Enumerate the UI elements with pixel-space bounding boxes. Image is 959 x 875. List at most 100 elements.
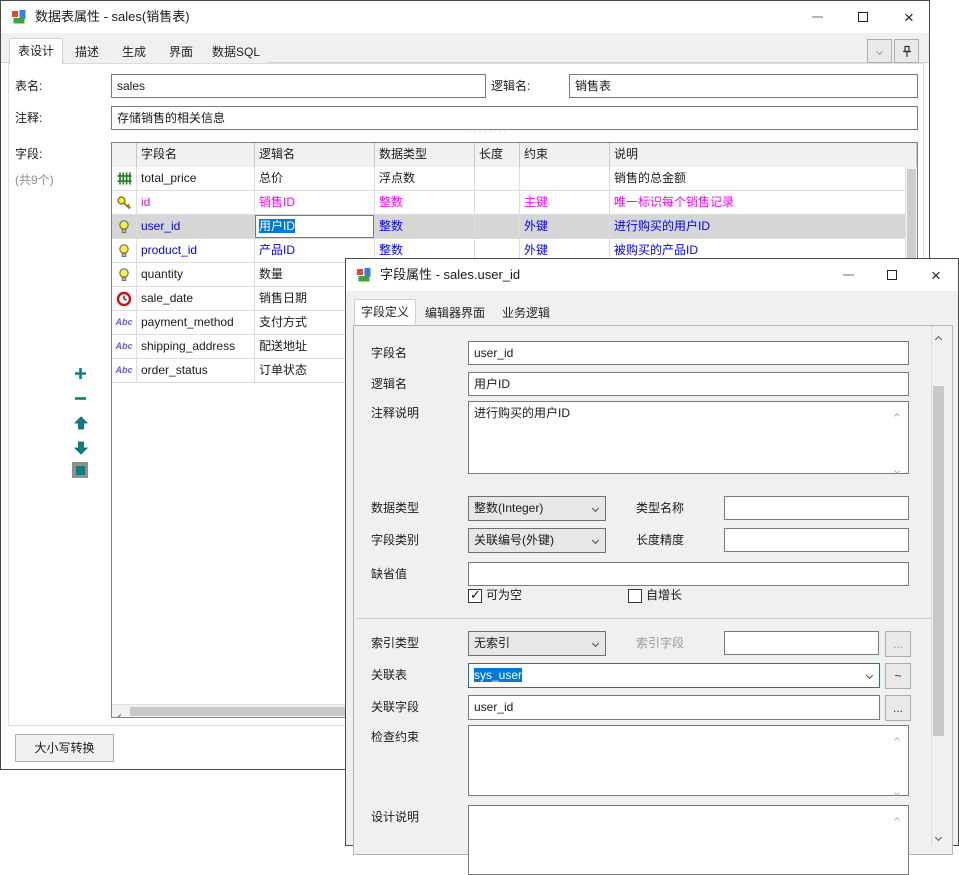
dialog-titlebar[interactable]: 字段属性 - sales.user_id × (346, 259, 958, 291)
grid-header: 字段名 逻辑名 数据类型 长度 约束 说明 (112, 143, 917, 167)
tab-data-sql[interactable]: 数据SQL (205, 40, 267, 64)
grid-cell: 用户ID (255, 215, 375, 239)
scroll-up-icon[interactable] (895, 811, 899, 825)
data-type-select[interactable]: 整数(Integer) (468, 496, 606, 521)
design-note-textarea[interactable] (468, 805, 909, 875)
grid-cell: payment_method (137, 311, 255, 335)
teal-square-icon (76, 466, 85, 475)
tab-generate[interactable]: 生成 (111, 40, 157, 64)
table-row[interactable]: id销售ID整数主键唯一标识每个销售记录 (112, 191, 905, 215)
comment-label: 注释说明 (371, 403, 419, 423)
logical-name-label: 逻辑名 (371, 372, 407, 396)
table-name-input[interactable]: sales (111, 74, 486, 98)
case-convert-button[interactable]: 大小写转换 (15, 734, 114, 762)
table-row[interactable]: total_price总价浮点数销售的总金额 (112, 167, 905, 191)
inline-edit-input[interactable]: 用户ID (255, 215, 374, 238)
move-up-button[interactable] (72, 414, 89, 431)
scroll-up-icon[interactable] (895, 731, 899, 745)
pin-button[interactable] (894, 39, 919, 63)
grid-cell: 唯一标识每个销售记录 (610, 191, 905, 215)
index-type-label: 索引类型 (371, 631, 419, 655)
arrow-down-icon (74, 441, 88, 455)
header-icon-col (112, 143, 137, 167)
related-table-link-button[interactable]: ~ (885, 663, 911, 689)
comment-textarea[interactable]: 进行购买的用户ID (468, 401, 909, 474)
tab-field-definition[interactable]: 字段定义 (354, 299, 416, 325)
field-name-input[interactable]: user_id (468, 341, 909, 365)
scroll-down-icon[interactable] (895, 784, 899, 798)
arrow-up-icon (74, 416, 88, 430)
index-field-browse-button[interactable]: ... (885, 631, 911, 657)
grid-cell: total_price (137, 167, 255, 191)
nullable-label: 可为空 (486, 585, 522, 605)
grid-cell: sale_date (137, 287, 255, 311)
tab-table-design[interactable]: 表设计 (9, 38, 63, 64)
minimize-button[interactable] (801, 5, 833, 29)
grid-cell: quantity (137, 263, 255, 287)
titlebar[interactable]: 数据表属性 - sales(销售表) × (1, 1, 929, 33)
maximize-icon (858, 12, 868, 22)
close-button[interactable]: × (893, 5, 925, 29)
grid-cell: 整数 (375, 191, 475, 215)
add-field-button[interactable] (72, 365, 89, 382)
logical-name-label: 逻辑名: (491, 74, 530, 98)
index-type-select[interactable]: 无索引 (468, 631, 606, 656)
header-constraint[interactable]: 约束 (520, 143, 610, 167)
minimize-button[interactable] (832, 263, 864, 287)
plus-icon (74, 367, 87, 380)
design-note-label: 设计说明 (371, 807, 419, 827)
dropdown-button[interactable] (867, 39, 892, 63)
auto-increment-checkbox[interactable] (628, 589, 642, 603)
grid-cell: order_status (137, 359, 255, 383)
header-data-type[interactable]: 数据类型 (375, 143, 475, 167)
tab-editor-ui[interactable]: 编辑器界面 (417, 301, 493, 325)
close-icon: × (931, 267, 941, 284)
tab-business-logic[interactable]: 业务逻辑 (494, 301, 558, 325)
color-swatch-button[interactable] (72, 462, 88, 478)
grid-cell: 浮点数 (375, 167, 475, 191)
maximize-icon (887, 270, 897, 280)
related-field-input[interactable]: user_id (468, 695, 880, 720)
close-button[interactable]: × (920, 263, 952, 287)
scroll-up-icon[interactable] (895, 407, 899, 421)
scroll-left-icon[interactable] (118, 709, 123, 718)
dialog-vertical-scrollbar[interactable] (931, 326, 945, 846)
check-constraint-textarea[interactable] (468, 725, 909, 796)
remove-field-button[interactable] (72, 390, 89, 407)
tab-ui[interactable]: 界面 (158, 40, 204, 64)
type-name-input[interactable] (724, 496, 909, 520)
text-icon: Abc (112, 311, 137, 335)
nullable-checkbox[interactable] (468, 589, 482, 603)
length-precision-input[interactable] (724, 528, 909, 552)
header-logical-name[interactable]: 逻辑名 (255, 143, 375, 167)
maximize-button[interactable] (847, 5, 879, 29)
header-field-name[interactable]: 字段名 (137, 143, 255, 167)
header-length[interactable]: 长度 (475, 143, 520, 167)
table-row[interactable]: user_id用户ID整数外键进行购买的用户ID (112, 215, 905, 239)
grid-cell: 进行购买的用户ID (610, 215, 905, 239)
move-down-button[interactable] (72, 439, 89, 456)
text-icon: Abc (112, 335, 137, 359)
logical-name-input[interactable]: 销售表 (569, 74, 918, 98)
grid-cell: shipping_address (137, 335, 255, 359)
chevron-down-icon (592, 640, 599, 647)
separator (356, 618, 944, 619)
grid-cell: 主键 (520, 191, 610, 215)
index-field-input[interactable] (724, 631, 879, 655)
maximize-button[interactable] (876, 263, 908, 287)
related-table-combo[interactable]: sys_user (468, 663, 880, 688)
splitter-handle[interactable]: ········· (441, 126, 531, 136)
default-value-input[interactable] (468, 562, 909, 586)
logical-name-input[interactable]: 用户ID (468, 372, 909, 396)
scroll-down-icon[interactable] (936, 829, 941, 843)
header-description[interactable]: 说明 (610, 143, 917, 167)
window-title: 数据表属性 - sales(销售表) (35, 1, 190, 33)
grid-cell: 销售的总金额 (610, 167, 905, 191)
scroll-up-icon[interactable] (936, 331, 941, 345)
related-field-browse-button[interactable]: ... (885, 695, 911, 721)
table-name-label: 表名: (15, 74, 42, 98)
scroll-thumb[interactable] (933, 386, 944, 736)
tab-description[interactable]: 描述 (64, 40, 110, 64)
field-category-select[interactable]: 关联编号(外键) (468, 528, 606, 553)
scroll-down-icon[interactable] (895, 462, 899, 476)
